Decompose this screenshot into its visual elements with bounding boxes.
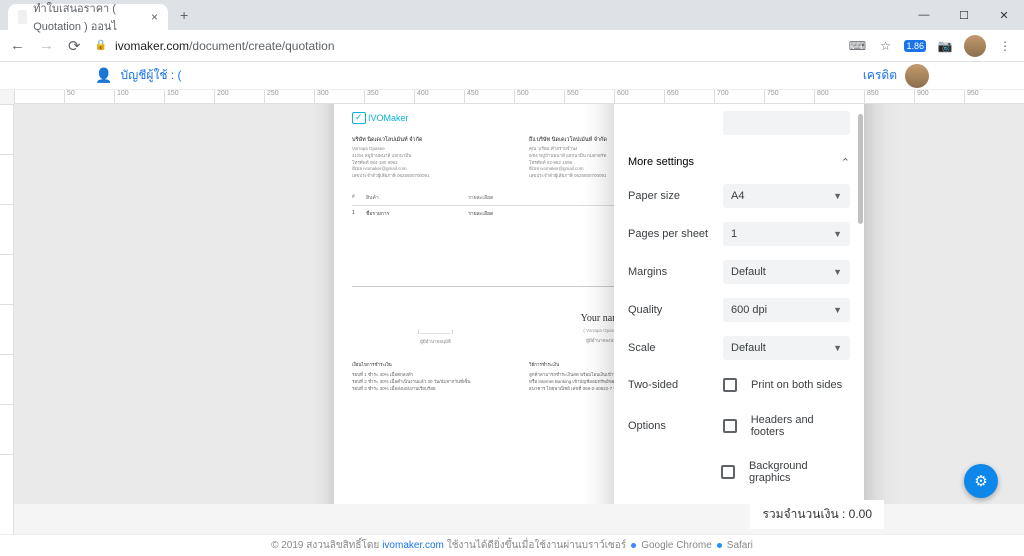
address-bar[interactable]: 🔒 ivomaker.com/document/create/quotation <box>95 39 835 53</box>
chevron-down-icon: ▼ <box>833 267 842 277</box>
reload-button[interactable]: ⟳ <box>68 37 81 55</box>
extension-badge[interactable]: 1.86 <box>904 40 926 52</box>
chrome-icon <box>631 543 636 548</box>
background-graphics-checkbox[interactable] <box>721 465 735 479</box>
paper-size-select[interactable]: A4▼ <box>723 184 850 208</box>
menu-icon[interactable]: ⋮ <box>996 37 1014 55</box>
quality-select[interactable]: 600 dpi▼ <box>723 298 850 322</box>
payment-terms: เงื่อนไขการชำระเงิน รอบที่ 1 ชำระ 40% เม… <box>352 361 509 393</box>
total-summary: รวมจำนวนเงิน : 0.00 <box>750 500 884 529</box>
color-select[interactable] <box>723 111 850 135</box>
lock-icon: 🔒 <box>95 40 107 51</box>
brand-link[interactable]: ivomaker.com <box>382 540 444 551</box>
signature-customer: ( ____________ ) ผู้มีอำนาจอนุมัติ <box>352 313 519 345</box>
browser-tab[interactable]: ทำใบเสนอราคา ( Quotation ) ออนไ × <box>8 4 168 30</box>
print-dialog: Print 1 sheet of paper More settings ⌃ P… <box>614 104 864 504</box>
headers-footers-checkbox[interactable] <box>723 419 737 433</box>
user-account-label[interactable]: บัญชีผู้ใช้ : ( <box>120 66 181 85</box>
seller-info: บริษัท นิดเดเวโลปเม้นท์ จำกัด Vorrapa Op… <box>352 136 509 180</box>
more-settings-label[interactable]: More settings <box>628 156 694 169</box>
safari-icon <box>717 543 722 548</box>
url-host: ivomaker.com <box>115 39 189 53</box>
bookmark-icon[interactable]: ☆ <box>876 37 894 55</box>
chevron-up-icon[interactable]: ⌃ <box>841 156 850 169</box>
profile-avatar[interactable] <box>964 35 986 57</box>
window-maximize[interactable]: ☐ <box>944 1 984 29</box>
camera-icon[interactable]: 📷 <box>936 37 954 55</box>
new-tab-button[interactable]: + <box>174 5 194 25</box>
gear-icon: ⚙ <box>974 472 987 490</box>
browser-tab-strip: ทำใบเสนอราคา ( Quotation ) ออนไ × + — ☐ … <box>0 0 1024 30</box>
app-header: 👤 บัญชีผู้ใช้ : ( เครดิต <box>0 62 1024 90</box>
browser-toolbar: ← → ⟳ 🔒 ivomaker.com/document/create/quo… <box>0 30 1024 62</box>
tab-favicon <box>18 10 27 24</box>
chevron-down-icon: ▼ <box>833 343 842 353</box>
page-footer: © 2019 สงวนลิขสิทธิ์โดย ivomaker.com ใช้… <box>0 534 1024 556</box>
chevron-down-icon: ▼ <box>833 229 842 239</box>
person-icon: 👤 <box>95 67 112 84</box>
tab-title: ทำใบเสนอราคา ( Quotation ) ออนไ <box>33 0 145 35</box>
settings-fab[interactable]: ⚙ <box>964 464 998 498</box>
document-canvas: ใบเสนอราคา เลขที่ #20200616122832 วันที่… <box>14 104 1024 504</box>
horizontal-ruler: 5010015020025030035040045050055060065070… <box>14 90 1024 104</box>
vertical-ruler <box>0 104 14 534</box>
chevron-down-icon: ▼ <box>833 305 842 315</box>
window-close[interactable]: ✕ <box>984 1 1024 29</box>
pages-per-sheet-select[interactable]: 1▼ <box>723 222 850 246</box>
back-button[interactable]: ← <box>10 37 25 54</box>
window-minimize[interactable]: — <box>904 1 944 29</box>
credit-label[interactable]: เครดิต <box>863 66 897 85</box>
forward-button[interactable]: → <box>39 37 54 54</box>
chevron-down-icon: ▼ <box>833 191 842 201</box>
margins-select[interactable]: Default▼ <box>723 260 850 284</box>
url-path: /document/create/quotation <box>189 39 334 53</box>
scale-select[interactable]: Default▼ <box>723 336 850 360</box>
translate-icon[interactable]: ⌨ <box>848 37 866 55</box>
user-avatar[interactable] <box>905 64 929 88</box>
close-icon[interactable]: × <box>151 10 158 24</box>
two-sided-checkbox[interactable] <box>723 378 737 392</box>
